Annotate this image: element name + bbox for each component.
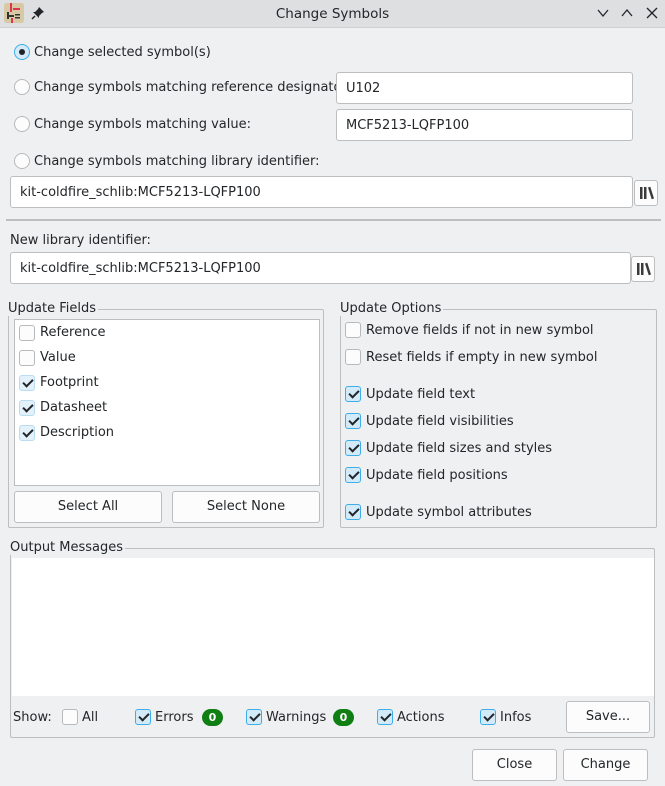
separator [6, 219, 661, 221]
browse-new-library-button[interactable] [631, 256, 655, 282]
show-label: Show: [13, 710, 52, 725]
show-infos-checkbox[interactable] [480, 709, 496, 725]
show-all-label: All [82, 710, 99, 725]
update-field-visibilities-label: Update field visibilities [366, 414, 514, 429]
update-fields-title: Update Fields [8, 301, 98, 316]
new-library-id-label: New library identifier: [10, 233, 151, 248]
save-messages-button[interactable]: Save... [566, 701, 650, 733]
update-field-visibilities-checkbox[interactable] [345, 413, 361, 429]
show-warnings-checkbox[interactable] [246, 709, 262, 725]
update-field-text-label: Update field text [366, 387, 476, 402]
update-field-sizes-label: Update field sizes and styles [366, 441, 553, 456]
maximize-icon[interactable] [620, 6, 634, 20]
field-footprint-label: Footprint [40, 375, 99, 390]
show-actions-checkbox[interactable] [377, 709, 393, 725]
radio-match-reference[interactable] [14, 79, 30, 95]
field-datasheet-label: Datasheet [40, 400, 108, 415]
remove-fields-checkbox[interactable] [345, 322, 361, 338]
select-none-button[interactable]: Select None [172, 491, 320, 523]
reference-designator-input[interactable] [336, 72, 633, 104]
output-messages-title: Output Messages [10, 540, 126, 555]
minimize-icon[interactable] [596, 6, 610, 20]
close-button[interactable]: Close [472, 749, 557, 781]
update-fields-list[interactable]: Reference Value Footprint Datasheet Desc… [14, 319, 320, 486]
window-title: Change Symbols [275, 6, 390, 22]
update-field-sizes-checkbox[interactable] [345, 440, 361, 456]
radio-change-selected[interactable] [14, 44, 30, 60]
output-messages-area[interactable] [12, 558, 654, 696]
radio-match-value-label: Change symbols matching value: [34, 117, 251, 132]
update-symbol-attributes-checkbox[interactable] [345, 504, 361, 520]
radio-match-library-id-label: Change symbols matching library identifi… [34, 154, 320, 169]
library-books-icon [640, 186, 654, 200]
field-description-label: Description [40, 425, 115, 440]
update-field-positions-checkbox[interactable] [345, 467, 361, 483]
select-all-button[interactable]: Select All [14, 491, 162, 523]
radio-change-selected-label: Change selected symbol(s) [34, 45, 211, 60]
title-bar: Change Symbols [0, 0, 665, 28]
show-all-checkbox[interactable] [62, 709, 78, 725]
update-field-text-checkbox[interactable] [345, 386, 361, 402]
update-field-positions-label: Update field positions [366, 468, 508, 483]
field-description-checkbox[interactable] [19, 425, 35, 441]
field-datasheet-checkbox[interactable] [19, 400, 35, 416]
radio-match-library-id[interactable] [14, 153, 30, 169]
field-value-checkbox[interactable] [19, 350, 35, 366]
value-input[interactable] [336, 109, 633, 141]
errors-count-badge: 0 [202, 709, 223, 726]
show-errors-checkbox[interactable] [135, 709, 151, 725]
update-symbol-attributes-label: Update symbol attributes [366, 505, 532, 520]
show-actions-label: Actions [397, 710, 445, 725]
reset-fields-checkbox[interactable] [345, 349, 361, 365]
radio-match-value[interactable] [14, 116, 30, 132]
show-warnings-label: Warnings [266, 710, 327, 725]
update-options-title: Update Options [340, 301, 444, 316]
show-errors-label: Errors [155, 710, 194, 725]
library-id-match-input[interactable] [10, 176, 633, 208]
warnings-count-badge: 0 [333, 709, 354, 726]
change-button[interactable]: Change [563, 749, 648, 781]
close-icon[interactable] [645, 6, 659, 20]
field-footprint-checkbox[interactable] [19, 375, 35, 391]
remove-fields-label: Remove fields if not in new symbol [366, 323, 594, 338]
show-infos-label: Infos [500, 710, 532, 725]
radio-match-reference-label: Change symbols matching reference design… [34, 80, 351, 95]
field-reference-checkbox[interactable] [19, 325, 35, 341]
field-value-label: Value [40, 350, 76, 365]
reset-fields-label: Reset fields if empty in new symbol [366, 350, 598, 365]
new-library-id-input[interactable] [10, 252, 631, 284]
browse-library-button[interactable] [634, 180, 658, 206]
field-reference-label: Reference [40, 325, 106, 340]
library-books-icon [637, 262, 651, 276]
